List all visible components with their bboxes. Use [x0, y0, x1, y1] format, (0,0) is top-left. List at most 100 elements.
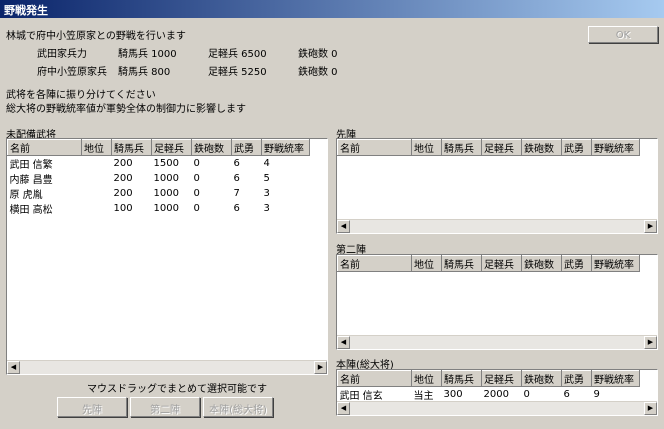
column-header-name[interactable]: 名前 — [337, 370, 412, 387]
cell-command: 3 — [263, 188, 270, 199]
column-header-rank[interactable]: 地位 — [411, 139, 442, 156]
cell-rank — [82, 186, 112, 201]
window-title: 野戦発生 — [4, 4, 48, 17]
cell-guns: 0 — [193, 203, 200, 214]
column-header-command[interactable]: 野戦統率 — [591, 255, 640, 272]
battle-intro: 林城で府中小笠原家との野戦を行います — [6, 31, 186, 42]
cell-valor: 6 — [233, 158, 240, 169]
unassigned-table: 名前 地位 騎馬兵 足軽兵 鉄砲数 武勇 野戦統率 武田 信繁 200 1500… — [7, 139, 310, 216]
scroll-right-icon[interactable]: ▶ — [644, 402, 657, 415]
cell-name: 武田 信玄 — [339, 391, 383, 402]
scroll-left-icon[interactable]: ◀ — [337, 220, 350, 233]
cell-guns: 0 — [193, 173, 200, 184]
column-header-cavalry[interactable]: 騎馬兵 — [441, 370, 482, 387]
column-header-guns[interactable]: 鉄砲数 — [521, 370, 562, 387]
column-header-infantry[interactable]: 足軽兵 — [481, 255, 522, 272]
force-name: 府中小笠原家兵 — [37, 67, 107, 78]
force-infantry: 足軽兵 5250 — [208, 67, 267, 78]
scroll-left-icon[interactable]: ◀ — [7, 361, 20, 374]
instruction-line: 武将を各陣に振り分けてください — [6, 90, 156, 101]
table-row[interactable]: 武田 信繁 200 1500 0 6 4 — [8, 156, 310, 171]
cell-rank: 当主 — [413, 391, 434, 402]
column-header-guns[interactable]: 鉄砲数 — [521, 255, 562, 272]
cell-guns: 0 — [193, 188, 200, 199]
force-guns: 鉄砲数 0 — [298, 49, 338, 60]
scroll-right-icon[interactable]: ▶ — [314, 361, 327, 374]
cell-cavalry: 200 — [113, 188, 133, 199]
table-header-row: 名前 地位 騎馬兵 足軽兵 鉄砲数 武勇 野戦統率 — [7, 139, 310, 156]
cell-rank — [82, 171, 112, 186]
column-header-valor[interactable]: 武勇 — [561, 370, 592, 387]
assign-vanguard-button[interactable]: 先陣 — [57, 397, 127, 417]
scroll-right-icon[interactable]: ▶ — [644, 220, 657, 233]
force-name: 武田家兵力 — [37, 49, 87, 60]
second-list[interactable]: 名前 地位 騎馬兵 足軽兵 鉄砲数 武勇 野戦統率 ◀ ▶ — [336, 254, 658, 350]
cell-cavalry: 300 — [443, 389, 463, 400]
scroll-right-icon[interactable]: ▶ — [644, 336, 657, 349]
column-header-rank[interactable]: 地位 — [81, 139, 112, 156]
cell-rank — [82, 201, 112, 216]
scroll-left-icon[interactable]: ◀ — [337, 336, 350, 349]
ok-button[interactable]: OK — [588, 26, 658, 43]
cell-cavalry: 200 — [113, 158, 133, 169]
column-header-command[interactable]: 野戦統率 — [591, 139, 640, 156]
main-list[interactable]: 名前 地位 騎馬兵 足軽兵 鉄砲数 武勇 野戦統率 武田 信玄 当主 300 2… — [336, 369, 658, 416]
cell-name: 原 虎胤 — [9, 190, 43, 201]
table-row[interactable]: 内藤 昌豊 200 1000 0 6 5 — [8, 171, 310, 186]
cell-name: 内藤 昌豊 — [9, 175, 53, 186]
cell-name: 横田 高松 — [9, 205, 53, 216]
drag-hint: マウスドラッグでまとめて選択可能です — [87, 384, 267, 395]
column-header-name[interactable]: 名前 — [337, 139, 412, 156]
table-header-row: 名前 地位 騎馬兵 足軽兵 鉄砲数 武勇 野戦統率 — [337, 255, 640, 272]
table-header-row: 名前 地位 騎馬兵 足軽兵 鉄砲数 武勇 野戦統率 — [337, 139, 640, 156]
column-header-rank[interactable]: 地位 — [411, 255, 442, 272]
cell-infantry: 1000 — [153, 173, 179, 184]
table-row[interactable]: 原 虎胤 200 1000 0 7 3 — [8, 186, 310, 201]
column-header-command[interactable]: 野戦統率 — [261, 139, 310, 156]
horizontal-scrollbar[interactable]: ◀ ▶ — [7, 360, 327, 374]
column-header-name[interactable]: 名前 — [7, 139, 82, 156]
table-row[interactable]: 横田 高松 100 1000 0 6 3 — [8, 201, 310, 216]
column-header-cavalry[interactable]: 騎馬兵 — [111, 139, 152, 156]
column-header-guns[interactable]: 鉄砲数 — [521, 139, 562, 156]
column-header-guns[interactable]: 鉄砲数 — [191, 139, 232, 156]
unassigned-list[interactable]: 名前 地位 騎馬兵 足軽兵 鉄砲数 武勇 野戦統率 武田 信繁 200 1500… — [6, 138, 328, 375]
table-header-row: 名前 地位 騎馬兵 足軽兵 鉄砲数 武勇 野戦統率 — [337, 370, 640, 387]
instruction-line: 総大将の野戦統率値が軍勢全体の制御力に影響します — [6, 104, 246, 115]
cell-valor: 7 — [233, 188, 240, 199]
column-header-rank[interactable]: 地位 — [411, 370, 442, 387]
cell-cavalry: 100 — [113, 203, 133, 214]
column-header-name[interactable]: 名前 — [337, 255, 412, 272]
horizontal-scrollbar[interactable]: ◀ ▶ — [337, 219, 657, 233]
horizontal-scrollbar[interactable]: ◀ ▶ — [337, 335, 657, 349]
cell-command: 4 — [263, 158, 270, 169]
force-cavalry: 騎馬兵 800 — [118, 67, 171, 78]
scroll-left-icon[interactable]: ◀ — [337, 402, 350, 415]
assign-main-button[interactable]: 本陣(総大将) — [203, 397, 273, 417]
column-header-infantry[interactable]: 足軽兵 — [481, 370, 522, 387]
column-header-valor[interactable]: 武勇 — [561, 139, 592, 156]
second-table: 名前 地位 騎馬兵 足軽兵 鉄砲数 武勇 野戦統率 — [337, 255, 640, 272]
cell-valor: 6 — [563, 389, 570, 400]
vanguard-table: 名前 地位 騎馬兵 足軽兵 鉄砲数 武勇 野戦統率 — [337, 139, 640, 156]
column-header-cavalry[interactable]: 騎馬兵 — [441, 139, 482, 156]
cell-guns: 0 — [193, 158, 200, 169]
horizontal-scrollbar[interactable]: ◀ ▶ — [337, 401, 657, 415]
vanguard-list[interactable]: 名前 地位 騎馬兵 足軽兵 鉄砲数 武勇 野戦統率 ◀ ▶ — [336, 138, 658, 234]
column-header-infantry[interactable]: 足軽兵 — [481, 139, 522, 156]
cell-infantry: 1000 — [153, 188, 179, 199]
assign-second-button[interactable]: 第二陣 — [130, 397, 200, 417]
cell-command: 3 — [263, 203, 270, 214]
column-header-valor[interactable]: 武勇 — [561, 255, 592, 272]
column-header-infantry[interactable]: 足軽兵 — [151, 139, 192, 156]
column-header-valor[interactable]: 武勇 — [231, 139, 262, 156]
cell-infantry: 1000 — [153, 203, 179, 214]
column-header-command[interactable]: 野戦統率 — [591, 370, 640, 387]
cell-valor: 6 — [233, 203, 240, 214]
column-header-cavalry[interactable]: 騎馬兵 — [441, 255, 482, 272]
title-bar: 野戦発生 — [0, 0, 664, 18]
main-table: 名前 地位 騎馬兵 足軽兵 鉄砲数 武勇 野戦統率 武田 信玄 当主 300 2… — [337, 370, 640, 402]
force-infantry: 足軽兵 6500 — [208, 49, 267, 60]
cell-guns: 0 — [523, 389, 530, 400]
table-row[interactable]: 武田 信玄 当主 300 2000 0 6 9 — [338, 387, 640, 402]
